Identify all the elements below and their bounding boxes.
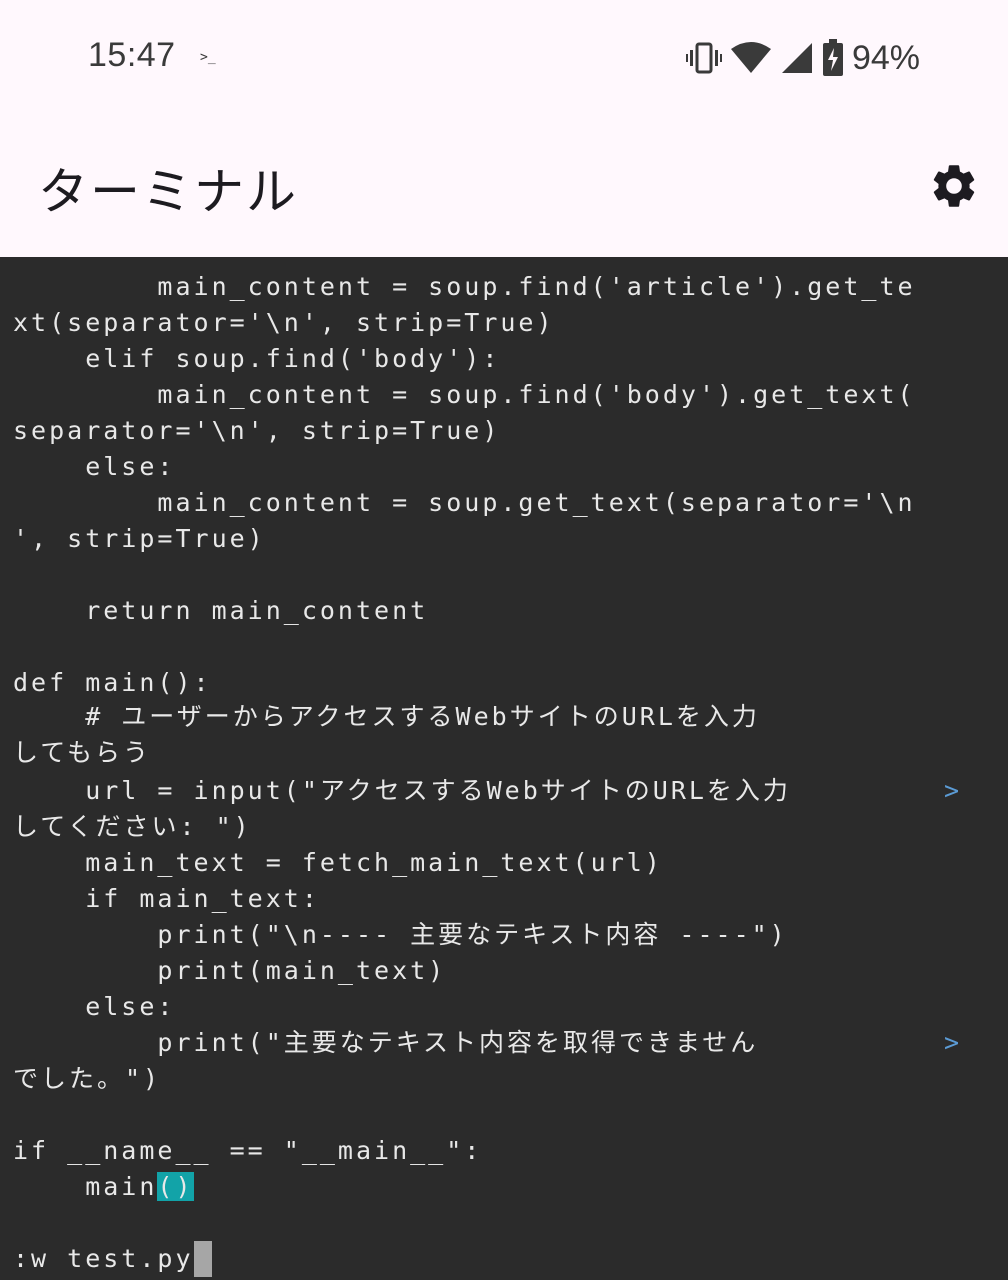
app-bar: ターミナル xyxy=(0,112,1008,257)
vim-command-text: :w test.py xyxy=(13,1244,194,1273)
code-line: main() xyxy=(13,1169,194,1205)
code-line: print("\n---- 主要なテキスト内容 ----") xyxy=(13,920,788,949)
code-line: main_content = soup.get_text(separator='… xyxy=(13,488,916,517)
bracket-match-highlight: () xyxy=(157,1172,194,1201)
status-icons: 94% xyxy=(685,36,920,80)
code-line: # ユーザーからアクセスするWebサイトのURLを入力 xyxy=(13,702,760,731)
gear-icon[interactable] xyxy=(928,160,980,212)
code-line: してください: ") xyxy=(13,812,252,841)
line-wrap-marker: > xyxy=(944,1028,960,1057)
status-bar: 15:47 >_ 94% xyxy=(0,0,1008,112)
code-line: if __name__ == "__main__": xyxy=(13,1136,483,1165)
code-line: print(main_text) xyxy=(13,956,447,985)
code-line: main_content = soup.find('article').get_… xyxy=(13,272,916,301)
code-line: print("主要なテキスト内容を取得できません xyxy=(13,1028,759,1057)
code-line: main_text = fetch_main_text(url) xyxy=(13,848,663,877)
code-line: xt(separator='\n', strip=True) xyxy=(13,308,555,337)
code-line: separator='\n', strip=True) xyxy=(13,416,501,445)
code-line: でした。") xyxy=(13,1064,162,1093)
vim-command-line[interactable]: :w test.py xyxy=(13,1241,212,1277)
cellular-signal-icon xyxy=(781,43,812,73)
terminal-screen[interactable]: main_content = soup.find('article').get_… xyxy=(0,257,1008,1280)
code-line: else: xyxy=(13,452,176,481)
code-line: if main_text: xyxy=(13,884,320,913)
code-text: main xyxy=(13,1172,158,1201)
code-line: main_content = soup.find('body').get_tex… xyxy=(13,380,916,409)
status-time: 15:47 xyxy=(88,36,176,74)
battery-charging-icon xyxy=(822,39,843,76)
code-line: return main_content xyxy=(13,596,429,625)
code-line: elif soup.find('body'): xyxy=(13,344,501,373)
battery-percentage: 94% xyxy=(851,38,920,77)
code-line: else: xyxy=(13,992,176,1021)
terminal-notification-icon: >_ xyxy=(200,50,216,65)
vibrate-icon xyxy=(685,42,722,74)
code-line: def main(): xyxy=(13,668,212,697)
wifi-icon xyxy=(730,42,771,73)
code-line: してもらう xyxy=(13,738,152,767)
text-cursor xyxy=(193,1241,212,1277)
code-line: url = input("アクセスするWebサイトのURLを入力 xyxy=(13,776,791,805)
app-title: ターミナル xyxy=(38,163,298,221)
code-line: ', strip=True) xyxy=(13,524,266,553)
line-wrap-marker: > xyxy=(944,776,960,805)
